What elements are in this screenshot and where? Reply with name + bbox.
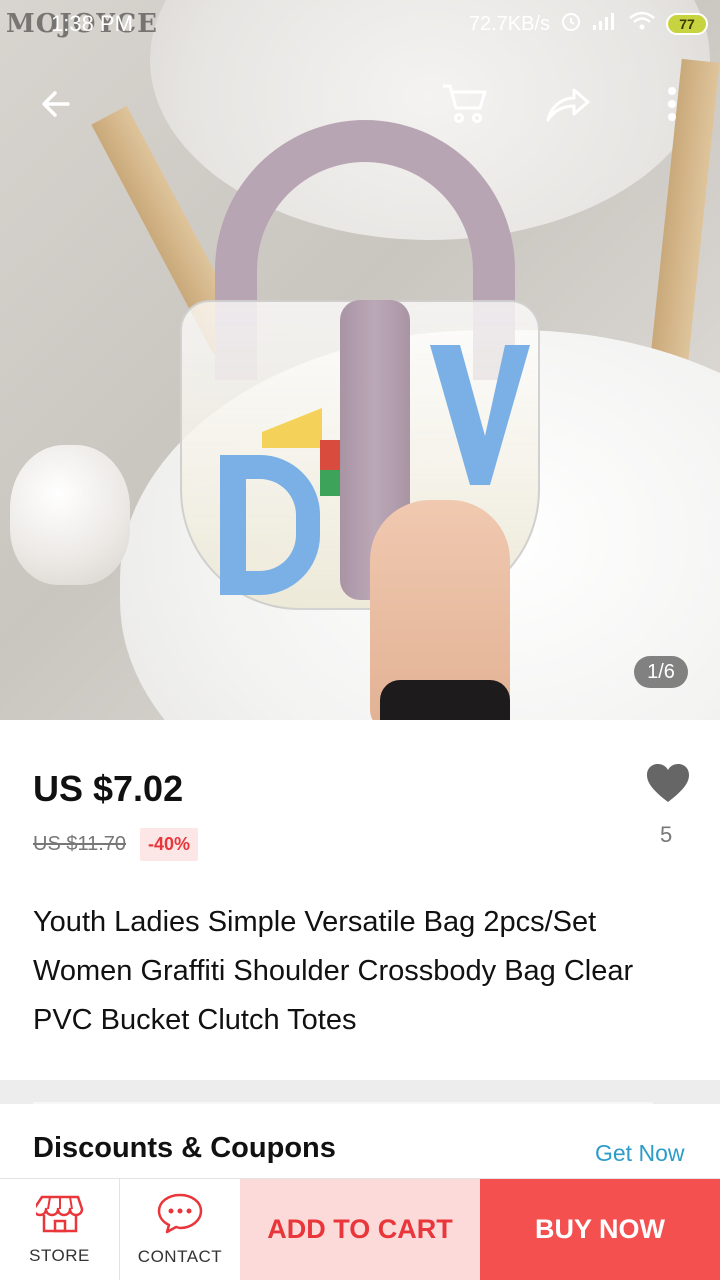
get-now-link[interactable]: Get Now [595,1140,684,1167]
discount-badge: -40% [140,828,199,861]
cart-icon[interactable] [432,72,496,136]
net-speed: 72.7KB/s [468,12,550,35]
chat-icon [156,1192,204,1239]
discounts-row[interactable]: Discounts & Coupons Get Now [0,1104,720,1178]
wishlist-count: 5 [660,822,673,847]
discounts-title: Discounts & Coupons [33,1132,336,1164]
alarm-icon [560,10,582,38]
status-right: 72.7KB/s 77 [469,10,708,38]
bottom-action-bar: STORE CONTACT ADD TO CART BUY NOW [0,1178,720,1280]
more-vertical-icon[interactable] [640,72,704,136]
share-icon[interactable] [536,72,600,136]
price-section: US $7.02 US $11.70 -40% 5 Youth Ladies S… [0,720,720,1080]
store-label: STORE [29,1246,90,1265]
status-time: 1:38 PM [51,11,133,36]
section-divider [0,1080,720,1104]
store-button[interactable]: STORE [0,1179,120,1280]
sleeve-shape [380,680,510,720]
contact-label: CONTACT [137,1247,223,1266]
status-left: MOJOYCE 1:38 PM [6,9,157,39]
product-title: Youth Ladies Simple Versatile Bag 2pcs/S… [33,906,634,1036]
vase-shape [10,445,130,585]
bag-deco-d [220,455,320,595]
signal-icon [592,11,618,37]
original-price: US $11.70 [33,833,127,855]
add-to-cart-button[interactable]: ADD TO CART [240,1179,480,1280]
heart-icon[interactable] [645,762,691,804]
contact-button[interactable]: CONTACT [120,1179,240,1280]
buy-now-button[interactable]: BUY NOW [480,1179,720,1280]
top-actions [0,72,720,136]
back-arrow-icon[interactable] [24,72,88,136]
price-row: US $11.70 -40% [33,828,199,861]
status-bar: MOJOYCE 1:38 PM 72.7KB/s 77 [0,0,720,48]
store-icon [32,1193,84,1238]
battery-icon: 77 [666,13,708,35]
gallery-counter: 1/6 [634,656,688,688]
current-price: US $7.02 [33,768,184,809]
wifi-icon [628,11,656,37]
